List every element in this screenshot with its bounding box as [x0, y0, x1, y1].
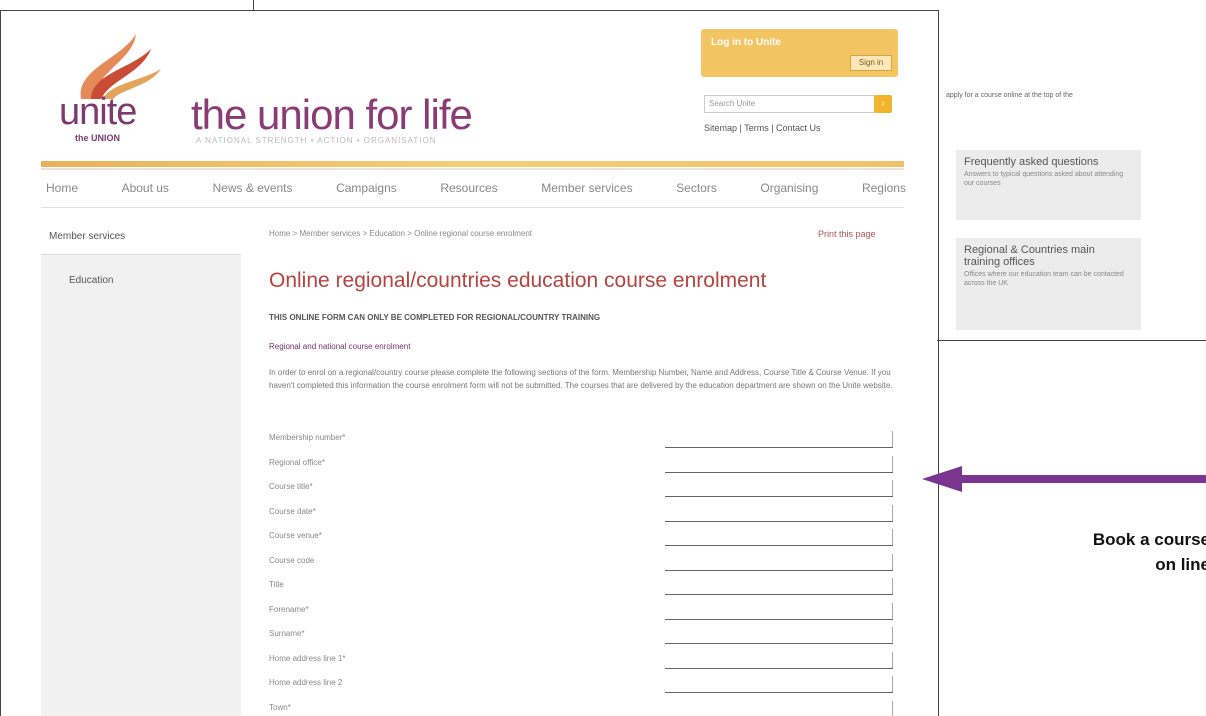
sidebar-item-member-services[interactable]: Member services — [49, 231, 125, 242]
callout-line-2: on line — [1010, 552, 1206, 577]
form-field-label: Surname* — [269, 629, 305, 638]
form-row: Course title* — [269, 478, 899, 498]
form-field-label: Home address line 1* — [269, 654, 345, 663]
form-row: Course date* — [269, 503, 899, 523]
utility-links[interactable]: Sitemap | Terms | Contact Us — [704, 123, 821, 133]
form-warning: THIS ONLINE FORM CAN ONLY BE COMPLETED F… — [269, 313, 600, 322]
nav-item-campaigns[interactable]: Campaigns — [336, 181, 397, 195]
form-field-label: Course date* — [269, 507, 316, 516]
left-sidebar — [41, 216, 241, 716]
nav-item-resources[interactable]: Resources — [440, 181, 497, 195]
sidebar-item-education[interactable]: Education — [69, 275, 113, 286]
instruction-snippet: apply for a course online at the top of … — [946, 92, 1073, 99]
form-field-label: Course venue* — [269, 531, 322, 540]
form-field-input[interactable] — [665, 503, 893, 522]
form-field-label: Course code — [269, 556, 314, 565]
form-field-input[interactable] — [665, 478, 893, 497]
nav-item-about[interactable]: About us — [122, 181, 169, 195]
form-field-label: Title — [269, 580, 284, 589]
form-field-input[interactable] — [665, 601, 893, 620]
enrolment-link[interactable]: Regional and national course enrolment — [269, 342, 410, 351]
callout-text: Book a course on line — [1010, 527, 1206, 577]
nav-item-home[interactable]: Home — [46, 181, 78, 195]
logo-text[interactable]: unite — [59, 91, 136, 134]
form-field-input[interactable] — [665, 454, 893, 473]
form-field-label: Town* — [269, 703, 291, 712]
form-field-label: Forename* — [269, 605, 309, 614]
form-row: Home address line 1* — [269, 650, 899, 670]
nav-item-sectors[interactable]: Sectors — [676, 181, 717, 195]
form-row: Membership number* — [269, 429, 899, 449]
website-screenshot-frame: unite the UNION the union for life A NAT… — [0, 10, 939, 716]
form-field-input[interactable] — [665, 429, 893, 448]
form-row: Regional office* — [269, 454, 899, 474]
form-row: Forename* — [269, 601, 899, 621]
form-field-input[interactable] — [665, 650, 893, 669]
nav-item-news[interactable]: News & events — [212, 181, 292, 195]
login-title: Log in to Unite — [711, 37, 781, 48]
login-panel: Log in to Unite Sign in — [701, 29, 898, 77]
page-title: Online regional/countries education cour… — [269, 269, 766, 293]
faq-box[interactable]: Frequently asked questions Answers to ty… — [956, 150, 1141, 220]
main-nav: Home About us News & events Campaigns Re… — [46, 181, 906, 195]
form-field-label: Regional office* — [269, 458, 325, 467]
form-field-label: Membership number* — [269, 433, 345, 442]
nav-divider — [41, 207, 904, 208]
print-page-link[interactable]: Print this page — [818, 229, 876, 239]
panel-divider — [937, 340, 1206, 341]
pointer-arrow-icon — [922, 466, 1206, 492]
form-row: Course code — [269, 552, 899, 572]
search-go-button[interactable]: › — [874, 95, 892, 113]
form-field-label: Home address line 2 — [269, 678, 342, 687]
faq-subtitle: Answers to typical questions asked about… — [964, 170, 1133, 188]
logo-subtext: the UNION — [75, 133, 120, 143]
search-input[interactable]: Search Unite — [704, 95, 875, 113]
nav-item-member-services[interactable]: Member services — [541, 181, 632, 195]
nav-item-organising[interactable]: Organising — [760, 181, 818, 195]
callout-line-1: Book a course — [1010, 527, 1206, 552]
site-tagline: the union for life — [191, 91, 472, 139]
header-band — [41, 161, 904, 167]
form-row: Home address line 2 — [269, 674, 899, 694]
nav-item-regions[interactable]: Regions — [862, 181, 906, 195]
form-field-input[interactable] — [665, 674, 893, 693]
form-field-input[interactable] — [665, 527, 893, 546]
header-band-shadow — [41, 168, 904, 170]
form-row: Surname* — [269, 625, 899, 645]
sign-in-button[interactable]: Sign in — [850, 55, 892, 71]
form-field-input[interactable] — [665, 576, 893, 595]
faq-title: Frequently asked questions — [964, 156, 1133, 168]
frame-edge-top — [253, 0, 254, 10]
form-row: Town* — [269, 699, 899, 716]
form-field-input[interactable] — [665, 552, 893, 571]
form-field-input[interactable] — [665, 625, 893, 644]
tagline-subtext: A NATIONAL STRENGTH • ACTION • ORGANISAT… — [196, 136, 436, 145]
training-offices-title: Regional & Countries main training offic… — [964, 244, 1133, 268]
form-instructions: In order to enrol on a regional/country … — [269, 366, 899, 392]
form-field-label: Course title* — [269, 482, 313, 491]
training-offices-box[interactable]: Regional & Countries main training offic… — [956, 238, 1141, 330]
form-row: Title — [269, 576, 899, 596]
form-field-input[interactable] — [665, 699, 893, 716]
form-row: Course venue* — [269, 527, 899, 547]
breadcrumb[interactable]: Home > Member services > Education > Onl… — [269, 229, 532, 238]
training-offices-subtitle: Offices where our education team can be … — [964, 270, 1133, 288]
